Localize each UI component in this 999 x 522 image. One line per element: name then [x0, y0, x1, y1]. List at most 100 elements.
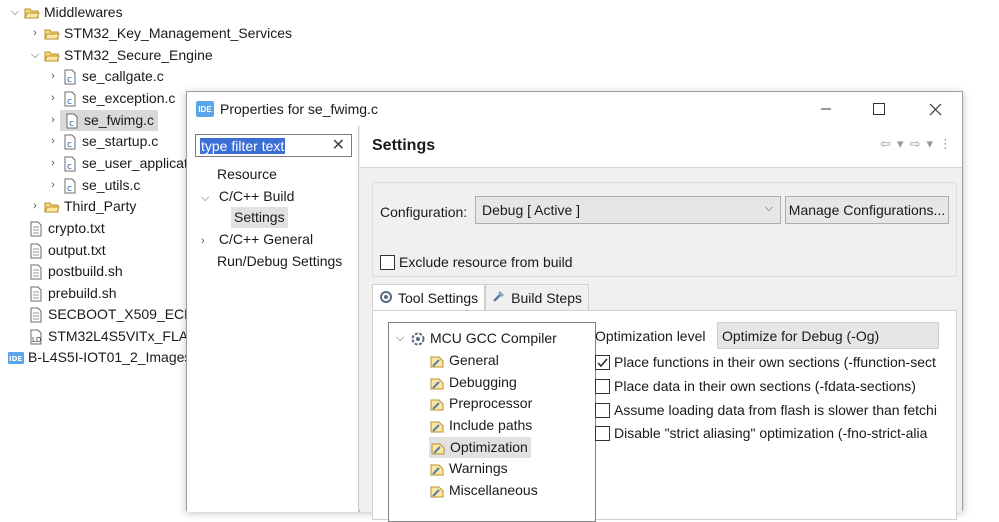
- tool-tree-item-label: Miscellaneous: [449, 482, 538, 498]
- c-source-file-icon: c: [62, 91, 78, 107]
- exclude-from-build-checkbox[interactable]: [380, 255, 395, 270]
- configuration-select[interactable]: Debug [ Active ] ⌵: [475, 196, 781, 224]
- tree-item-se-exception[interactable]: › c se_exception.c: [46, 88, 175, 109]
- maximize-button[interactable]: [857, 92, 901, 126]
- tree-item-se-callgate[interactable]: › c se_callgate.c: [46, 66, 164, 87]
- forward-dropdown-icon[interactable]: ▾: [926, 136, 933, 152]
- tree-item-key-management[interactable]: › STM32_Key_Management_Services: [28, 23, 292, 44]
- c-source-file-icon: c: [62, 156, 78, 172]
- tree-item-se-utils[interactable]: › c se_utils.c: [46, 175, 140, 196]
- option-strict-aliasing[interactable]: Disable "strict aliasing" optimization (…: [595, 423, 939, 443]
- tree-item-flash-ld[interactable]: LD STM32L4S5VITx_FLASH: [26, 326, 208, 347]
- tool-tree-item-optimization[interactable]: Optimization: [429, 437, 531, 458]
- folder-open-icon: [44, 199, 60, 215]
- view-menu-icon[interactable]: ⋮: [939, 136, 952, 152]
- tool-tree-item-miscellaneous[interactable]: Miscellaneous: [429, 480, 538, 501]
- tree-item-se-startup[interactable]: › c se_startup.c: [46, 131, 158, 152]
- filter-input-text[interactable]: type filter text: [200, 138, 286, 154]
- selected-file[interactable]: c se_fwimg.c: [60, 110, 159, 131]
- manage-configurations-button[interactable]: Manage Configurations...: [785, 196, 949, 224]
- chevron-right-icon[interactable]: ›: [46, 110, 60, 131]
- chevron-right-icon[interactable]: ›: [46, 88, 60, 109]
- forward-arrow-icon[interactable]: ⇨: [910, 136, 921, 152]
- chevron-right-icon[interactable]: ›: [201, 231, 215, 252]
- chevron-right-icon[interactable]: ›: [46, 66, 60, 87]
- filter-input[interactable]: type filter text ✕: [195, 134, 352, 157]
- nav-item-run-debug[interactable]: Run/Debug Settings: [217, 251, 342, 272]
- function-sections-checkbox[interactable]: [595, 354, 610, 370]
- tab-build-steps[interactable]: Build Steps: [485, 284, 589, 310]
- option-label: Place data in their own sections (-fdata…: [614, 378, 916, 394]
- chevron-down-icon[interactable]: ⌵: [396, 328, 410, 349]
- option-label: Assume loading data from flash is slower…: [614, 402, 937, 418]
- back-arrow-icon[interactable]: ⇦: [880, 136, 891, 152]
- tool-tree-item-label: Include paths: [449, 417, 533, 433]
- tool-settings-panel: ⌵ MCU GCC Compiler General Debugging Pre…: [372, 310, 957, 522]
- tool-tree-item-preprocessor[interactable]: Preprocessor: [429, 393, 532, 414]
- tool-tree-item-general[interactable]: General: [429, 350, 499, 371]
- close-button[interactable]: [913, 92, 957, 126]
- tree-item-se-fwimg[interactable]: › c se_fwimg.c: [46, 110, 159, 131]
- tool-tree-item-label: General: [449, 352, 499, 368]
- folder-open-icon: [44, 48, 60, 64]
- page-navigation: ⇦ ▾ ⇨ ▾ ⋮: [880, 136, 952, 152]
- nav-item-cpp-build[interactable]: ⌵ C/C++ Build: [201, 186, 294, 207]
- minimize-button[interactable]: [804, 92, 848, 126]
- ide-logo-icon: IDE: [196, 101, 214, 117]
- tab-tool-settings[interactable]: Tool Settings: [372, 284, 486, 311]
- settings-tabs: Tool Settings Build Steps: [372, 284, 589, 311]
- svg-text:c: c: [67, 97, 72, 107]
- compiler-gear-icon: [410, 331, 426, 347]
- dialog-titlebar[interactable]: IDE Properties for se_fwimg.c: [187, 92, 962, 126]
- maximize-icon: [873, 103, 885, 115]
- settings-header: Settings ⇦ ▾ ⇨ ▾ ⋮: [360, 126, 962, 168]
- linker-file-icon: LD: [28, 329, 44, 345]
- nav-item-settings[interactable]: Settings: [231, 207, 288, 228]
- svg-text:c: c: [67, 162, 72, 172]
- tool-tree-root[interactable]: ⌵ MCU GCC Compiler: [396, 328, 557, 349]
- nav-item-cpp-build-label: C/C++ Build: [218, 188, 295, 204]
- chevron-right-icon[interactable]: ›: [46, 153, 60, 174]
- option-data-sections[interactable]: Place data in their own sections (-fdata…: [595, 376, 939, 396]
- nav-item-cpp-general[interactable]: › C/C++ General: [201, 229, 313, 250]
- svg-text:c: c: [67, 75, 72, 85]
- optimization-level-label: Optimization level: [595, 328, 706, 344]
- tab-tool-settings-label: Tool Settings: [398, 290, 479, 306]
- settings-page-icon: [430, 440, 446, 456]
- clear-filter-icon[interactable]: ✕: [332, 136, 345, 156]
- chevron-right-icon[interactable]: ›: [28, 23, 42, 44]
- tree-item-crypto-txt[interactable]: crypto.txt: [26, 218, 105, 239]
- nav-item-resource[interactable]: Resource: [217, 164, 277, 185]
- chevron-right-icon[interactable]: ›: [28, 196, 42, 217]
- folder-open-icon: [24, 5, 40, 21]
- tool-tree[interactable]: ⌵ MCU GCC Compiler General Debugging Pre…: [388, 322, 596, 522]
- back-dropdown-icon[interactable]: ▾: [897, 136, 904, 152]
- settings-page-icon: [429, 483, 445, 499]
- tree-item-prebuild[interactable]: prebuild.sh: [26, 283, 117, 304]
- tree-item-third-party[interactable]: › Third_Party: [28, 196, 136, 217]
- tree-item-output-txt[interactable]: output.txt: [26, 240, 106, 261]
- flash-slower-checkbox[interactable]: [595, 402, 610, 418]
- folder-open-icon: [44, 26, 60, 42]
- chevron-down-icon[interactable]: ⌵: [28, 45, 42, 66]
- tool-tree-item-warnings[interactable]: Warnings: [429, 458, 508, 479]
- tool-tree-item-include-paths[interactable]: Include paths: [429, 415, 532, 436]
- tree-item-se-user-application[interactable]: › c se_user_applicat: [46, 153, 188, 174]
- option-function-sections[interactable]: Place functions in their own sections (-…: [595, 352, 939, 372]
- option-flash-slower[interactable]: Assume loading data from flash is slower…: [595, 400, 939, 420]
- tree-item-secure-engine[interactable]: ⌵ STM32_Secure_Engine: [28, 45, 213, 66]
- strict-aliasing-checkbox[interactable]: [595, 425, 610, 441]
- c-source-file-icon: c: [62, 69, 78, 85]
- tool-tree-item-debugging[interactable]: Debugging: [429, 372, 517, 393]
- tree-item-postbuild[interactable]: postbuild.sh: [26, 261, 123, 282]
- chevron-right-icon[interactable]: ›: [46, 131, 60, 152]
- data-sections-checkbox[interactable]: [595, 378, 610, 394]
- settings-page-icon: [429, 375, 445, 391]
- chevron-right-icon[interactable]: ›: [46, 175, 60, 196]
- tree-item-secboot-x509[interactable]: SECBOOT_X509_ECDS/: [26, 304, 208, 325]
- tree-item-middlewares[interactable]: ⌵ Middlewares: [8, 2, 123, 23]
- chevron-down-icon[interactable]: ⌵: [8, 2, 22, 23]
- chevron-down-icon[interactable]: ⌵: [201, 188, 215, 209]
- optimization-level-select[interactable]: Optimize for Debug (-Og): [717, 322, 939, 349]
- tree-item-project[interactable]: IDE B-L4S5I-IOT01_2_Images_: [8, 347, 199, 368]
